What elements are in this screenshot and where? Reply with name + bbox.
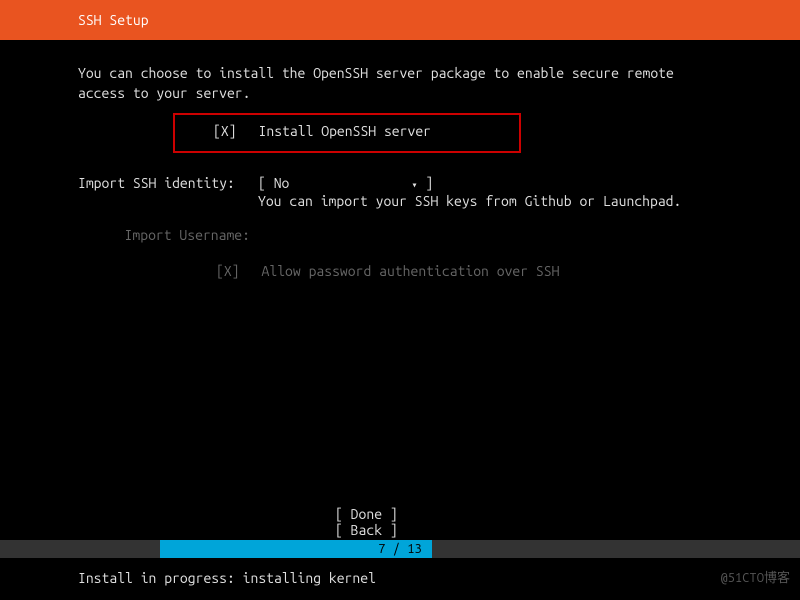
main-content: You can choose to install the OpenSSH se… xyxy=(0,40,800,279)
checkbox-mark: [X] xyxy=(213,123,237,139)
chevron-down-icon: ▾ xyxy=(412,179,418,191)
bracket-open: [ xyxy=(258,175,266,191)
progress-text: 7 / 13 xyxy=(0,540,800,558)
import-identity-hint: You can import your SSH keys from Github… xyxy=(258,193,722,209)
header-bar: SSH Setup xyxy=(0,0,800,40)
allow-password-checkbox[interactable]: [X] Allow password authentication over S… xyxy=(216,263,722,279)
import-username-row: Import Username: xyxy=(78,227,722,243)
install-openssh-checkbox[interactable]: [X] Install OpenSSH server xyxy=(185,123,509,139)
highlight-annotation: [X] Install OpenSSH server xyxy=(173,113,521,153)
checkbox-mark: [X] xyxy=(216,263,240,279)
allow-password-label: Allow password authentication over SSH xyxy=(262,263,560,279)
import-identity-row: Import SSH identity: [ No ▾ ] xyxy=(78,175,722,191)
status-line: Install in progress: installing kernel xyxy=(78,570,376,586)
import-identity-dropdown[interactable]: [ No ▾ ] xyxy=(258,175,433,191)
import-identity-label: Import SSH identity: xyxy=(78,175,258,191)
page-title: SSH Setup xyxy=(78,12,149,28)
import-identity-value: No xyxy=(274,175,404,191)
intro-text: You can choose to install the OpenSSH se… xyxy=(78,64,722,103)
back-button[interactable]: [ Back ] xyxy=(335,522,465,538)
progress-bar: 7 / 13 xyxy=(0,540,800,558)
watermark: @51CTO博客 xyxy=(720,567,790,586)
install-openssh-label: Install OpenSSH server xyxy=(259,123,431,139)
done-button[interactable]: [ Done ] xyxy=(335,506,465,522)
button-area: [ Done ] [ Back ] xyxy=(0,506,800,538)
import-username-label: Import Username: xyxy=(78,227,258,243)
bracket-close: ] xyxy=(425,175,433,191)
intro-line2: access to your server. xyxy=(78,84,722,104)
intro-line1: You can choose to install the OpenSSH se… xyxy=(78,64,722,84)
